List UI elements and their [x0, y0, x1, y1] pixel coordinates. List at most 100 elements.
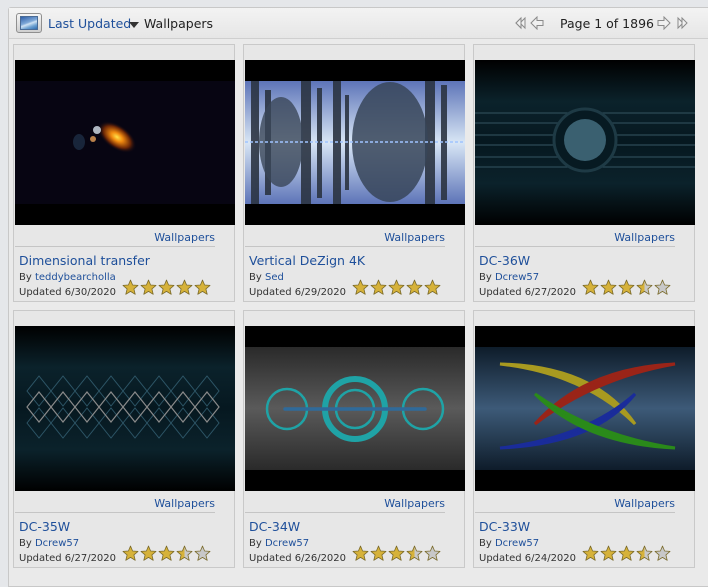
wallpaper-title[interactable]: DC-35W — [19, 519, 70, 534]
by-label: By — [19, 272, 35, 283]
swooshes-image — [475, 326, 695, 491]
author-line: By Dcrew57 — [19, 538, 79, 549]
updated-date: Updated 6/27/2020 — [19, 553, 117, 564]
wallpaper-thumbnail[interactable] — [475, 326, 695, 491]
galaxy-image — [15, 60, 235, 225]
star-filled-icon[interactable] — [158, 279, 175, 296]
category-link[interactable]: Wallpapers — [154, 231, 215, 244]
star-filled-icon[interactable] — [122, 545, 139, 562]
by-label: By — [249, 272, 265, 283]
updated-date: Updated 6/27/2020 — [479, 287, 577, 298]
wallpaper-title[interactable]: DC-34W — [249, 519, 300, 534]
dropdown-arrow-icon[interactable] — [129, 22, 139, 28]
star-filled-icon[interactable] — [424, 279, 441, 296]
star-rating[interactable] — [582, 545, 671, 563]
by-label: By — [19, 538, 35, 549]
star-filled-icon[interactable] — [582, 279, 599, 296]
star-half-icon[interactable] — [636, 545, 653, 562]
star-filled-icon[interactable] — [158, 545, 175, 562]
category-row: Wallpapers — [245, 497, 445, 513]
star-half-icon[interactable] — [406, 545, 423, 562]
category-row: Wallpapers — [245, 231, 445, 247]
category-row: Wallpapers — [475, 497, 675, 513]
wallpaper-thumbnail[interactable] — [15, 326, 235, 491]
previous-page-icon[interactable] — [530, 16, 544, 30]
wallpaper-card: Wallpapers Dimensional transfer By teddy… — [13, 44, 235, 302]
author-line: By teddybearcholla — [19, 272, 116, 283]
wallpaper-thumbnail[interactable] — [475, 60, 695, 225]
wallpaper-thumbnail[interactable] — [245, 60, 465, 225]
author-line: By Dcrew57 — [479, 538, 539, 549]
toolbar: Last Updated Wallpapers Page 1 of 1896 — [9, 8, 708, 39]
star-rating[interactable] — [352, 545, 441, 563]
star-filled-icon[interactable] — [176, 279, 193, 296]
wallpaper-card: Wallpapers DC-33W By Dcrew57 Updated 6/2… — [473, 310, 695, 568]
author-link[interactable]: Dcrew57 — [495, 538, 539, 549]
circle-lines-image — [475, 60, 695, 225]
wallpaper-thumbnail[interactable] — [245, 326, 465, 491]
star-half-icon[interactable] — [636, 279, 653, 296]
star-filled-icon[interactable] — [388, 279, 405, 296]
author-link[interactable]: Dcrew57 — [35, 538, 79, 549]
star-rating[interactable] — [582, 279, 671, 297]
updated-date: Updated 6/24/2020 — [479, 553, 577, 564]
author-link[interactable]: Sed — [265, 272, 284, 283]
wallpaper-title[interactable]: Vertical DeZign 4K — [249, 253, 365, 268]
star-empty-icon[interactable] — [654, 279, 671, 296]
star-filled-icon[interactable] — [406, 279, 423, 296]
author-link[interactable]: Dcrew57 — [495, 272, 539, 283]
star-empty-icon[interactable] — [424, 545, 441, 562]
picture-view-icon — [20, 16, 38, 30]
star-filled-icon[interactable] — [600, 545, 617, 562]
diamonds-image — [15, 326, 235, 491]
star-filled-icon[interactable] — [122, 279, 139, 296]
star-filled-icon[interactable] — [140, 279, 157, 296]
last-page-icon[interactable] — [675, 16, 689, 30]
category-link[interactable]: Wallpapers — [384, 231, 445, 244]
by-label: By — [479, 538, 495, 549]
author-line: By Dcrew57 — [249, 538, 309, 549]
star-filled-icon[interactable] — [352, 279, 369, 296]
page-indicator: Page 1 of 1896 — [560, 16, 654, 31]
star-filled-icon[interactable] — [388, 545, 405, 562]
star-half-icon[interactable] — [176, 545, 193, 562]
star-filled-icon[interactable] — [194, 279, 211, 296]
wallpaper-title[interactable]: DC-33W — [479, 519, 530, 534]
wallpaper-thumbnail[interactable] — [15, 60, 235, 225]
updated-date: Updated 6/29/2020 — [249, 287, 347, 298]
updated-date: Updated 6/26/2020 — [249, 553, 347, 564]
star-filled-icon[interactable] — [352, 545, 369, 562]
author-line: By Dcrew57 — [479, 272, 539, 283]
sort-dropdown[interactable]: Last Updated — [48, 16, 131, 31]
star-filled-icon[interactable] — [140, 545, 157, 562]
star-filled-icon[interactable] — [618, 545, 635, 562]
star-filled-icon[interactable] — [370, 279, 387, 296]
wallpaper-title[interactable]: DC-36W — [479, 253, 530, 268]
first-page-icon[interactable] — [514, 16, 528, 30]
star-filled-icon[interactable] — [618, 279, 635, 296]
star-filled-icon[interactable] — [600, 279, 617, 296]
category-link[interactable]: Wallpapers — [384, 497, 445, 510]
author-link[interactable]: Dcrew57 — [265, 538, 309, 549]
category-link[interactable]: Wallpapers — [154, 497, 215, 510]
star-rating[interactable] — [122, 279, 211, 297]
star-filled-icon[interactable] — [582, 545, 599, 562]
by-label: By — [479, 272, 495, 283]
star-filled-icon[interactable] — [370, 545, 387, 562]
next-page-icon[interactable] — [657, 16, 671, 30]
star-empty-icon[interactable] — [654, 545, 671, 562]
category-row: Wallpapers — [15, 231, 215, 247]
rings-image — [245, 326, 465, 491]
category-breadcrumb: Wallpapers — [144, 16, 214, 31]
category-link[interactable]: Wallpapers — [614, 231, 675, 244]
view-mode-button[interactable] — [16, 13, 42, 33]
gallery-panel: Last Updated Wallpapers Page 1 of 1896 W… — [8, 7, 708, 587]
wallpaper-title[interactable]: Dimensional transfer — [19, 253, 150, 268]
star-rating[interactable] — [122, 545, 211, 563]
star-rating[interactable] — [352, 279, 441, 297]
author-line: By Sed — [249, 272, 284, 283]
category-row: Wallpapers — [15, 497, 215, 513]
category-link[interactable]: Wallpapers — [614, 497, 675, 510]
author-link[interactable]: teddybearcholla — [35, 272, 116, 283]
star-empty-icon[interactable] — [194, 545, 211, 562]
